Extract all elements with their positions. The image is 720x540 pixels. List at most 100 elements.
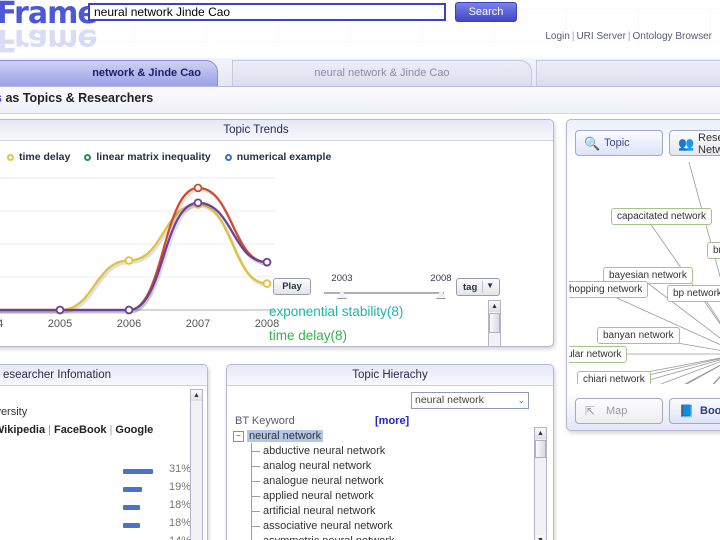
researcher-stat-row: 14% <box>0 534 197 540</box>
scroll-down-icon[interactable]: ▼ <box>535 535 546 540</box>
play-button[interactable]: Play <box>273 278 311 295</box>
graph-node[interactable]: capacitated network <box>611 208 712 225</box>
topic-view-label: Topic <box>604 137 630 149</box>
legend-marker-2 <box>224 154 232 161</box>
site-logo-reflection: pFrame <box>0 22 97 57</box>
tag-dropdown-label: tag <box>463 282 478 293</box>
graph-node[interactable]: chiari network <box>577 371 651 384</box>
hierarchy-tree[interactable]: − neural network abductive neural network a… <box>233 429 525 540</box>
stat-bar <box>123 505 140 510</box>
graph-node[interactable]: broadba <box>707 242 720 259</box>
research-network-line1: Research <box>698 132 720 144</box>
scroll-up-icon[interactable]: ▲ <box>489 301 500 312</box>
chevron-down-icon: ⌄ <box>517 395 525 405</box>
topic-view-button[interactable]: 🔍 Topic <box>575 130 663 156</box>
graph-node[interactable]: banyan network <box>597 327 680 344</box>
people-icon: 👥 <box>678 136 695 151</box>
tree-child-node[interactable]: abductive neural network <box>250 444 385 459</box>
nav-link-uri-server[interactable]: URI Server <box>576 31 625 42</box>
topic-network-graph[interactable]: capacitated networknetwbbroadbabayesian … <box>569 162 720 384</box>
researcher-stat-row: 18% <box>0 516 197 534</box>
scrollbar-thumb[interactable] <box>489 313 500 333</box>
researcher-scrollbar[interactable]: ▲ <box>190 389 203 540</box>
chart-legend: time delay linear matrix inequality numeri… <box>7 151 345 163</box>
books-button[interactable]: 📘 Books <box>669 398 720 424</box>
page-subtitle-bar: e Cao's as Topics & Researchers <box>0 87 720 114</box>
topic-list-item[interactable]: time delay(8) <box>269 324 487 346</box>
page-title: e Cao's as Topics & Researchers <box>0 91 153 105</box>
scrollbar-thumb[interactable] <box>535 440 546 458</box>
tree-root-node[interactable]: − neural network <box>233 429 324 443</box>
topic-hierarchy-panel: Topic Hierachy neural network ⌄ BT Keywo… <box>226 364 554 540</box>
legend-item-1[interactable]: linear matrix inequality <box>84 151 211 163</box>
research-network-button[interactable]: 👥 Research Network <box>669 130 720 156</box>
legend-item-0[interactable]: time delay <box>7 151 70 163</box>
tab-neural-network-jinde-cao[interactable]: neural network & Jinde Cao <box>232 60 532 86</box>
legend-label-1: linear matrix inequality <box>96 151 211 163</box>
researcher-external-links: |Wikipedia|FaceBook|Google <box>0 424 153 436</box>
link-facebook[interactable]: FaceBook <box>54 424 107 436</box>
collapse-icon[interactable]: − <box>233 431 244 442</box>
researcher-university: iversity <box>0 406 28 418</box>
map-arrow-icon: ⇱ <box>585 404 596 418</box>
map-button[interactable]: ⇱ Map <box>575 398 663 424</box>
graph-node[interactable]: ular network <box>569 346 628 363</box>
link-google[interactable]: Google <box>115 424 153 436</box>
tag-dropdown[interactable]: tag ▼ <box>456 278 500 296</box>
nav-separator-2: | <box>627 31 631 42</box>
stat-bar <box>123 487 142 492</box>
books-button-label: Books <box>700 405 720 417</box>
scroll-up-icon[interactable]: ▲ <box>535 428 546 439</box>
stat-percent: 18% <box>169 517 192 529</box>
legend-marker-0 <box>7 154 14 161</box>
graph-node[interactable]: bp network <box>667 285 720 302</box>
nav-link-ontology-browser[interactable]: Ontology Browser <box>633 31 712 42</box>
tree-child-node[interactable]: analogue neural network <box>250 474 383 489</box>
topic-hierarchy-title: Topic Hierachy <box>227 365 553 386</box>
researcher-stat-row: 31% <box>0 462 197 480</box>
trends-chart[interactable] <box>0 172 275 318</box>
tab-extra[interactable] <box>536 60 720 86</box>
researcher-stat-row: k19% <box>0 480 197 498</box>
x-tick-2006: 2006 <box>116 318 142 330</box>
search-button[interactable]: Search <box>455 2 517 22</box>
year-range-slider[interactable] <box>324 290 446 298</box>
hierarchy-select-value: neural network <box>415 394 484 406</box>
site-header: pFrame pFrame Search Login|URI Server|On… <box>0 0 720 58</box>
topic-list-scrollbar[interactable]: ▲ ▼ <box>488 300 501 346</box>
more-link[interactable]: [more] <box>375 415 409 427</box>
nav-link-login[interactable]: Login <box>545 31 569 42</box>
tree-child-node[interactable]: asymmetric neural network <box>263 534 394 540</box>
application-window: pFrame pFrame Search Login|URI Server|On… <box>0 0 720 540</box>
graph-node[interactable]: hopping network <box>569 281 649 298</box>
bt-keyword-label: BT Keyword <box>235 415 295 427</box>
header-nav-links: Login | URI Server | Ontology Browser <box>545 31 712 42</box>
legend-label-0: time delay <box>19 151 71 163</box>
slider-max-year: 2008 <box>430 273 452 284</box>
researcher-stat-row: bility18% <box>0 498 197 516</box>
topic-trends-panel: Topic Trends time delay linear matrix ine… <box>0 119 554 347</box>
legend-marker-1 <box>84 154 92 161</box>
books-icon: 📘 <box>679 404 694 418</box>
x-tick-2007: 2007 <box>185 318 211 330</box>
tree-child-node[interactable]: associative neural network <box>251 519 393 534</box>
topic-list-item[interactable]: exponential stability(8) <box>269 300 487 324</box>
tree-child-node[interactable]: analog neural network <box>250 459 371 474</box>
stat-percent: 18% <box>169 499 192 511</box>
tree-root-label: neural network <box>247 430 324 442</box>
scroll-up-icon[interactable]: ▲ <box>191 390 202 401</box>
x-tick-2004: 2004 <box>0 318 3 330</box>
tree-child-node[interactable]: artificial neural network <box>251 504 376 519</box>
stat-percent: 19% <box>169 481 192 493</box>
link-wikipedia[interactable]: Wikipedia <box>0 424 45 436</box>
legend-item-2[interactable]: numerical example <box>224 151 331 163</box>
search-input[interactable] <box>88 3 446 21</box>
slider-knob-left[interactable] <box>337 290 347 298</box>
tree-child-node[interactable]: applied neural network <box>251 489 374 504</box>
topic-list[interactable]: exponential stability(8)time delay(8)lin… <box>269 300 487 346</box>
tab-network-jinde-cao[interactable]: network & Jinde Cao <box>0 60 218 86</box>
hierarchy-select[interactable]: neural network ⌄ <box>411 392 529 409</box>
hierarchy-scrollbar[interactable]: ▲ ▼ <box>534 427 547 540</box>
tag-dropdown-divider <box>482 281 483 293</box>
slider-knob-right[interactable] <box>436 290 446 298</box>
